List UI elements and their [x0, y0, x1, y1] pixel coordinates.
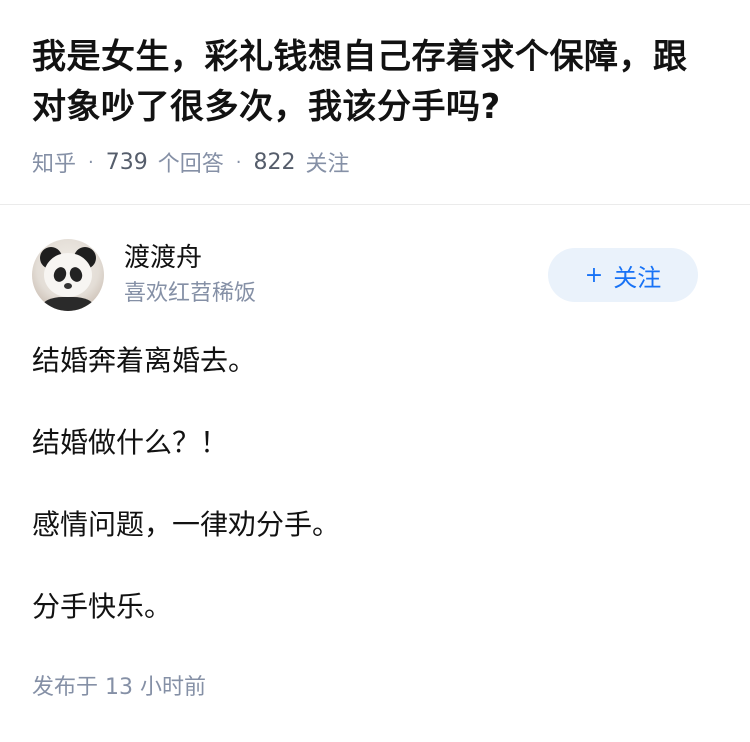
author-info: 渡渡舟 喜欢红苕稀饭: [124, 240, 548, 310]
answer-paragraph: 结婚奔着离婚去。: [32, 344, 257, 377]
question-header: 我是女生，彩礼钱想自己存着求个保障，跟对象吵了很多次，我该分手吗? 知乎 · 7…: [0, 0, 750, 178]
answers-count: 739: [105, 149, 148, 175]
separator-dot: ·: [235, 151, 242, 173]
answer-content: 结婚奔着离婚去。 结婚做什么？！ 感情问题，一律劝分手。 分手快乐。: [0, 311, 750, 627]
panda-avatar[interactable]: [32, 239, 104, 311]
answer-paragraph: 感情问题，一律劝分手。: [32, 508, 341, 541]
published-time: 发布于 13 小时前: [0, 669, 750, 701]
source-label[interactable]: 知乎: [32, 146, 76, 178]
answers-label[interactable]: 个回答: [158, 146, 224, 178]
answer-paragraph: 分手快乐。: [32, 590, 173, 623]
followers-label[interactable]: 关注: [306, 146, 350, 178]
question-title[interactable]: 我是女生，彩礼钱想自己存着求个保障，跟对象吵了很多次，我该分手吗?: [32, 32, 718, 132]
author-row: 渡渡舟 喜欢红苕稀饭 + 关注: [0, 205, 750, 311]
published-prefix: 发布于: [32, 675, 99, 700]
answer-paragraph: 结婚做什么？！: [32, 426, 229, 459]
follow-button[interactable]: + 关注: [548, 248, 698, 302]
author-bio: 喜欢红苕稀饭: [124, 281, 257, 306]
author-name[interactable]: 渡渡舟: [124, 240, 548, 276]
published-time-value: 13 小时前: [105, 675, 207, 700]
question-meta: 知乎 · 739 个回答 · 822 关注: [32, 146, 718, 178]
follow-label: 关注: [613, 263, 662, 292]
separator-dot: ·: [88, 151, 94, 173]
followers-count: 822: [253, 149, 296, 175]
plus-icon: +: [584, 262, 604, 288]
